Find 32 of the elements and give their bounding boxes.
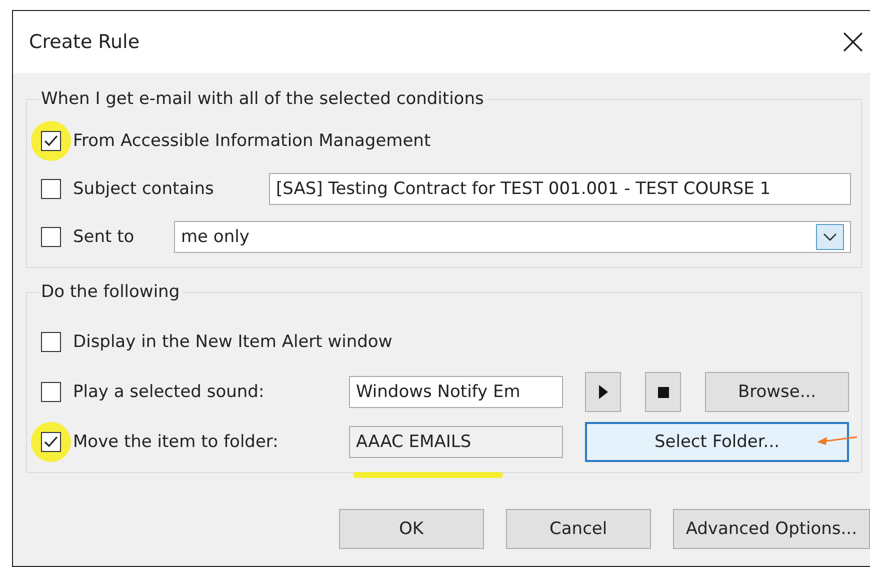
dialog-button[interactable]: Advanced Options... [672,509,870,549]
play-icon [598,385,608,399]
checkbox-label: Move the item to folder: [73,432,278,452]
select-folder-button[interactable]: Select Folder... [585,422,849,462]
checkbox[interactable] [41,432,61,452]
group-title: When I get e-mail with all of the selected conditions [40,89,485,109]
stop-button[interactable] [645,372,681,412]
checkbox[interactable] [41,227,61,247]
checkbox-label: Subject contains [73,179,214,199]
checkbox-label: Sent to [73,227,134,247]
checkbox[interactable] [41,332,61,352]
dialog-button[interactable]: Cancel [506,509,651,549]
play-button[interactable] [585,372,621,412]
checkbox[interactable] [41,382,61,402]
subject-field[interactable]: [SAS] Testing Contract for TEST 001.001 - TEST COURSE 1 [269,173,851,205]
folder-field[interactable]: AAAC EMAILS [349,426,563,458]
checkmark-icon [43,435,59,449]
close-icon[interactable] [842,31,864,53]
checkbox[interactable] [41,179,61,199]
checkbox-label: Display in the New Item Alert window [73,332,392,352]
recipient-dropdown[interactable]: me only [174,221,851,253]
browse-button[interactable]: Browse... [705,372,849,412]
sound-field[interactable]: Windows Notify Em [349,376,563,408]
stop-icon [658,386,668,398]
window-title: Create Rule [29,31,140,53]
checkmark-icon [43,134,59,148]
chevron-down-icon[interactable] [816,224,844,250]
dialog-button[interactable]: OK [338,509,484,549]
checkbox-label: From Accessible Information Management [73,131,431,151]
group-title: Do the following [40,282,181,302]
checkbox[interactable] [41,131,61,151]
checkbox-label: Play a selected sound: [73,382,264,402]
